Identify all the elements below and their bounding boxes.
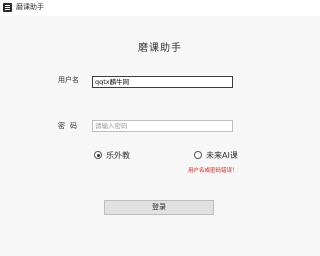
password-field[interactable]: 请输入密码 — [92, 120, 233, 132]
title-bar: 磨课助手 — [0, 0, 320, 16]
radio-option-lewaijiao[interactable]: 乐外教 — [94, 150, 130, 160]
radio-label: 未来AI课 — [206, 150, 238, 160]
login-window: 磨课助手 磨课助手 用户名 qqtx麟牛网 密码 请输入密码 乐外教 未来AI课… — [0, 0, 320, 256]
radio-unchecked-icon[interactable] — [194, 151, 202, 159]
error-message: 用户名或密码错误！ — [188, 168, 238, 174]
login-button[interactable]: 登录 — [104, 200, 214, 215]
password-label: 密码 — [58, 122, 82, 130]
app-icon — [3, 3, 12, 12]
radio-option-weilai-ai[interactable]: 未来AI课 — [194, 150, 238, 160]
username-field[interactable]: qqtx麟牛网 — [92, 76, 233, 88]
radio-label: 乐外教 — [106, 150, 130, 160]
window-title: 磨课助手 — [16, 3, 44, 11]
username-label: 用户名 — [58, 76, 79, 84]
page-title: 磨课助手 — [138, 43, 182, 54]
radio-checked-icon[interactable] — [94, 151, 102, 159]
